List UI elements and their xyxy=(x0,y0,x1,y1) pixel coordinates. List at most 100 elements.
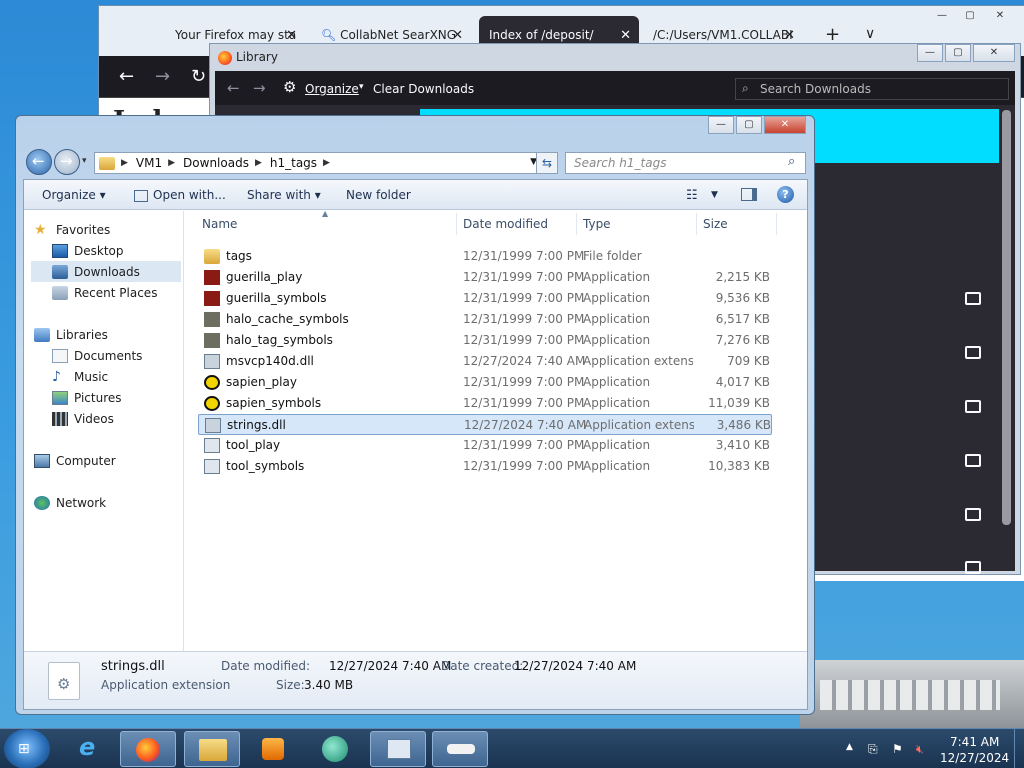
close-tab-icon[interactable]: ✕ xyxy=(620,28,631,43)
forward-arrow-icon[interactable]: → xyxy=(155,66,170,87)
taskbar-media-player[interactable] xyxy=(246,731,302,767)
flag-tray-icon[interactable]: ⚑ xyxy=(892,742,903,756)
back-button[interactable]: ← xyxy=(26,149,52,175)
clock-time[interactable]: 7:41 AM xyxy=(950,735,999,749)
file-row[interactable]: halo_cache_symbols 12/31/1999 7:00 PM Appl… xyxy=(198,309,772,330)
start-button[interactable]: ⊞ xyxy=(4,729,50,768)
column-divider[interactable] xyxy=(576,213,577,235)
close-icon[interactable]: ✕ xyxy=(973,44,1015,62)
file-type: Application xyxy=(583,438,651,452)
column-header-type[interactable]: Type xyxy=(583,217,611,231)
forward-arrow-icon[interactable]: → xyxy=(253,79,266,97)
library-scrollbar-thumb[interactable] xyxy=(1002,110,1011,525)
taskbar-pointer-app[interactable] xyxy=(432,731,488,767)
breadcrumb-arrow-icon[interactable]: ▶ xyxy=(255,158,262,168)
nav-downloads[interactable]: Downloads xyxy=(31,261,181,282)
file-row[interactable]: msvcp140d.dll 12/27/2024 7:40 AM Applicati… xyxy=(198,351,772,372)
videos-icon xyxy=(52,411,68,426)
search-icon: ⌕ xyxy=(788,154,796,169)
show-desktop-button[interactable] xyxy=(1014,729,1024,768)
explorer-window: — ▢ ✕ ← → ▾ ▶ VM1 ▶ Downloads ▶ h1_tags … xyxy=(15,115,815,715)
show-hidden-icons-chevron-icon[interactable]: ▲ xyxy=(846,742,853,752)
open-with-button[interactable]: Open with... xyxy=(153,188,226,202)
nav-desktop[interactable]: Desktop xyxy=(52,240,124,261)
help-icon[interactable]: ? xyxy=(777,186,794,203)
breadcrumb-vm1[interactable]: VM1 xyxy=(136,156,162,170)
column-header-date[interactable]: Date modified xyxy=(463,217,548,231)
nav-network[interactable]: Network xyxy=(34,492,106,513)
folder-icon[interactable] xyxy=(965,346,981,359)
column-divider[interactable] xyxy=(776,213,777,235)
column-divider[interactable] xyxy=(456,213,457,235)
folder-icon[interactable] xyxy=(965,561,981,574)
file-row[interactable]: sapien_symbols 12/31/1999 7:00 PM Applicat… xyxy=(198,393,772,414)
organize-menu-button[interactable]: Organize xyxy=(305,82,359,96)
nav-computer[interactable]: Computer xyxy=(34,450,116,471)
nav-music[interactable]: ♪ Music xyxy=(52,366,108,387)
view-options-icon[interactable]: ☷ xyxy=(686,188,698,203)
file-row[interactable]: strings.dll 12/27/2024 7:40 AM Application… xyxy=(198,414,772,435)
nav-documents[interactable]: Documents xyxy=(52,345,142,366)
nav-pictures[interactable]: Pictures xyxy=(52,387,122,408)
recent-pages-chevron-icon[interactable]: ▾ xyxy=(82,156,87,166)
close-tab-icon[interactable]: ✕ xyxy=(784,28,795,43)
file-row[interactable]: tool_play 12/31/1999 7:00 PM Application 3,… xyxy=(198,435,772,456)
organize-button[interactable]: Organize ▾ xyxy=(42,188,106,202)
back-arrow-icon[interactable]: ← xyxy=(227,79,240,97)
minimize-icon[interactable]: — xyxy=(708,116,734,134)
file-row[interactable]: guerilla_play 12/31/1999 7:00 PM Applicati… xyxy=(198,267,772,288)
minimize-icon[interactable]: — xyxy=(917,44,943,62)
reload-icon[interactable]: ↻ xyxy=(191,66,206,87)
taskbar-internet-explorer[interactable]: e xyxy=(62,731,118,767)
maximize-icon[interactable]: ▢ xyxy=(736,116,762,134)
taskbar-control-panel[interactable] xyxy=(370,731,426,767)
file-row[interactable]: tool_symbols 12/31/1999 7:00 PM Applicatio… xyxy=(198,456,772,477)
taskbar-firefox[interactable] xyxy=(120,731,176,767)
taskbar-explorer[interactable] xyxy=(184,731,240,767)
maximize-icon[interactable]: ▢ xyxy=(945,44,971,62)
folder-icon[interactable] xyxy=(965,454,981,467)
new-folder-button[interactable]: New folder xyxy=(346,188,411,202)
search-input[interactable]: Search h1_tags xyxy=(565,152,806,174)
maximize-icon[interactable]: ▢ xyxy=(957,8,983,26)
preview-pane-icon[interactable] xyxy=(741,188,757,201)
close-tab-icon[interactable]: ✕ xyxy=(452,28,463,43)
column-header-size[interactable]: Size xyxy=(703,217,728,231)
breadcrumb-arrow-icon[interactable]: ▶ xyxy=(323,158,330,168)
nav-favorites[interactable]: ★ Favorites xyxy=(34,219,110,240)
file-row[interactable]: sapien_play 12/31/1999 7:00 PM Application… xyxy=(198,372,772,393)
back-arrow-icon[interactable]: ← xyxy=(119,66,134,87)
close-icon[interactable]: ✕ xyxy=(764,116,806,134)
search-downloads-input[interactable]: Search Downloads xyxy=(735,78,1009,100)
refresh-button[interactable]: ⇆ xyxy=(536,152,558,174)
file-date: 12/27/2024 7:40 AM xyxy=(463,354,586,368)
network-tray-icon[interactable]: ⎘ xyxy=(868,742,878,757)
breadcrumb-arrow-icon[interactable]: ▶ xyxy=(121,158,128,168)
breadcrumb-downloads[interactable]: Downloads xyxy=(183,156,249,170)
taskbar-app[interactable] xyxy=(308,731,364,767)
breadcrumb-h1-tags[interactable]: h1_tags xyxy=(270,156,317,170)
share-with-button[interactable]: Share with ▾ xyxy=(247,188,321,202)
file-row[interactable]: tags 12/31/1999 7:00 PM File folder xyxy=(198,246,772,267)
clear-downloads-button[interactable]: Clear Downloads xyxy=(373,82,474,96)
folder-icon[interactable] xyxy=(965,292,981,305)
folder-icon[interactable] xyxy=(965,508,981,521)
nav-libraries[interactable]: Libraries xyxy=(34,324,108,345)
nav-videos[interactable]: Videos xyxy=(52,408,114,429)
forward-button[interactable]: → xyxy=(54,149,80,175)
column-divider[interactable] xyxy=(696,213,697,235)
volume-muted-tray-icon[interactable]: 🔇︎ xyxy=(916,742,924,757)
chevron-down-icon[interactable]: ▼ xyxy=(711,190,718,200)
nav-recent-places[interactable]: Recent Places xyxy=(52,282,157,303)
file-row[interactable]: halo_tag_symbols 12/31/1999 7:00 PM Applic… xyxy=(198,330,772,351)
folder-icon[interactable] xyxy=(965,400,981,413)
address-bar[interactable]: ▶ VM1 ▶ Downloads ▶ h1_tags ▶ ▼ xyxy=(94,152,544,174)
file-row[interactable]: guerilla_symbols 12/31/1999 7:00 PM Applic… xyxy=(198,288,772,309)
file-date: 12/31/1999 7:00 PM xyxy=(463,312,585,326)
breadcrumb-arrow-icon[interactable]: ▶ xyxy=(168,158,175,168)
minimize-icon[interactable]: — xyxy=(929,8,955,26)
close-icon[interactable]: ✕ xyxy=(985,8,1015,26)
clock-date[interactable]: 12/27/2024 xyxy=(940,751,1009,765)
close-tab-icon[interactable]: ✕ xyxy=(286,28,297,43)
column-header-name[interactable]: Name xyxy=(202,217,237,231)
